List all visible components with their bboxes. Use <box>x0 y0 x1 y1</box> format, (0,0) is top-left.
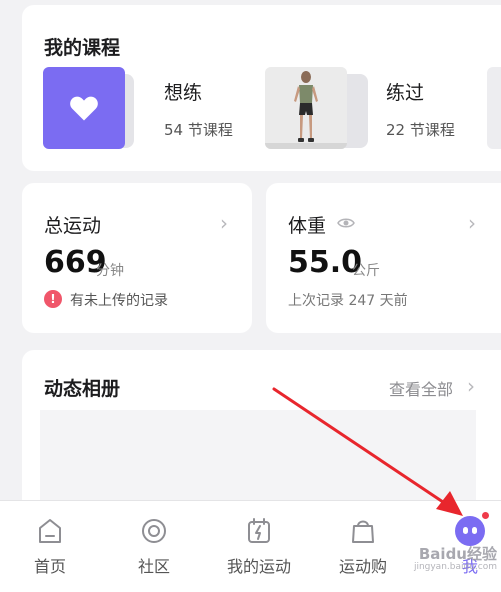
tab-home-label: 首页 <box>33 557 66 576</box>
home-icon <box>39 519 61 543</box>
warning-icon: ! <box>44 290 62 308</box>
chevron-right-icon: › <box>220 211 228 235</box>
next-course-peek <box>487 67 501 149</box>
done-course-name[interactable]: 练过 <box>386 78 424 105</box>
done-course-cover <box>265 67 347 149</box>
weight-title: 体重 <box>288 215 327 237</box>
chevron-right-icon: › <box>467 374 475 398</box>
album-title: 动态相册 <box>44 378 121 400</box>
total-sport-card[interactable]: 总运动 › 669 分钟 ! 有未上传的记录 <box>22 183 252 333</box>
want-course-count: 54 节课程 <box>164 121 233 139</box>
notification-dot <box>481 511 490 520</box>
my-courses-title: 我的课程 <box>44 37 121 59</box>
chevron-right-icon: › <box>468 211 476 235</box>
community-icon <box>142 519 166 543</box>
eye-icon[interactable] <box>337 216 355 230</box>
tab-community[interactable]: 社区 <box>104 501 204 592</box>
view-all-link[interactable]: 查看全部 <box>389 376 453 400</box>
watermark-url: jingyan.baidu.com <box>413 562 497 572</box>
baidu-watermark: Baidu经验 jingyan.baidu.com <box>392 545 497 574</box>
my-sport-icon <box>248 518 270 543</box>
tab-my-sport[interactable]: 我的运动 <box>209 501 309 592</box>
weight-unit: 公斤 <box>352 263 380 279</box>
tab-shop[interactable]: 运动购 <box>313 501 413 592</box>
tab-my-sport-label: 我的运动 <box>226 557 291 576</box>
total-sport-title: 总运动 <box>44 215 102 237</box>
tab-community-label: 社区 <box>137 557 170 576</box>
unuploaded-notice[interactable]: 有未上传的记录 <box>70 290 168 310</box>
want-course-name[interactable]: 想练 <box>164 78 202 105</box>
watermark-brand: Baidu经验 <box>418 545 497 563</box>
weight-card[interactable]: 体重 › 55.0 公斤 上次记录 247 天前 <box>266 183 501 333</box>
weight-value: 55.0 <box>288 245 363 280</box>
my-courses-card: 我的课程 想练 54 节课程 练过 22 节课程 <box>22 5 501 171</box>
workout-photo <box>265 67 347 149</box>
weight-last-record: 上次记录 247 天前 <box>288 293 408 309</box>
total-sport-unit: 分钟 <box>96 263 124 279</box>
heart-icon <box>70 96 98 121</box>
done-course-count: 22 节课程 <box>386 121 455 139</box>
want-course-cover <box>43 67 125 149</box>
shopping-bag-icon <box>352 520 374 543</box>
tab-home[interactable]: 首页 <box>0 501 100 592</box>
avatar-icon <box>455 516 485 546</box>
